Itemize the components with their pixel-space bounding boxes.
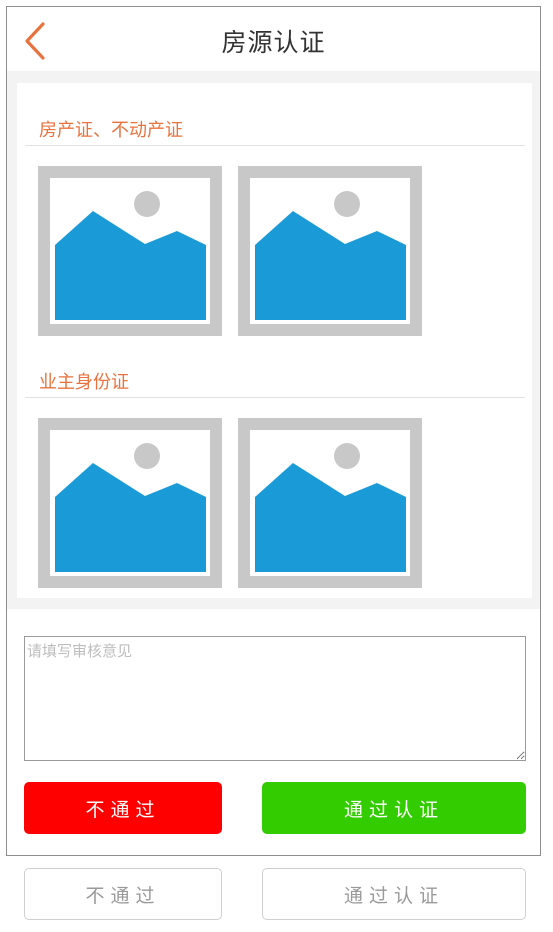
- owner-id-image-2[interactable]: [238, 418, 422, 588]
- section-divider: [25, 145, 525, 146]
- image-placeholder-icon: [238, 166, 422, 336]
- property-certificate-image-2[interactable]: [238, 166, 422, 336]
- image-placeholder-icon: [38, 166, 222, 336]
- header-bar: 房源认证: [7, 7, 540, 71]
- approve-button-secondary[interactable]: 通过认证: [262, 868, 526, 920]
- section-title-owner-id: 业主身份证: [39, 372, 129, 393]
- content-background: 房产证、不动产证 业主身份证: [7, 71, 540, 609]
- approve-button[interactable]: 通过认证: [262, 782, 526, 834]
- review-comment-input[interactable]: [24, 636, 526, 761]
- image-placeholder-icon: [38, 418, 222, 588]
- app-frame: 房源认证 房产证、不动产证 业主身份证 请填写审核意见 不通过 通过认证: [6, 6, 541, 856]
- reject-button[interactable]: 不通过: [24, 782, 222, 834]
- property-certificate-image-1[interactable]: [38, 166, 222, 336]
- reject-button-secondary[interactable]: 不通过: [24, 868, 222, 920]
- documents-card: 房产证、不动产证 业主身份证: [17, 83, 532, 598]
- image-placeholder-icon: [238, 418, 422, 588]
- page-title: 房源认证: [221, 28, 326, 57]
- section-title-property-certificate: 房产证、不动产证: [39, 120, 183, 141]
- owner-id-image-1[interactable]: [38, 418, 222, 588]
- section-divider: [25, 397, 525, 398]
